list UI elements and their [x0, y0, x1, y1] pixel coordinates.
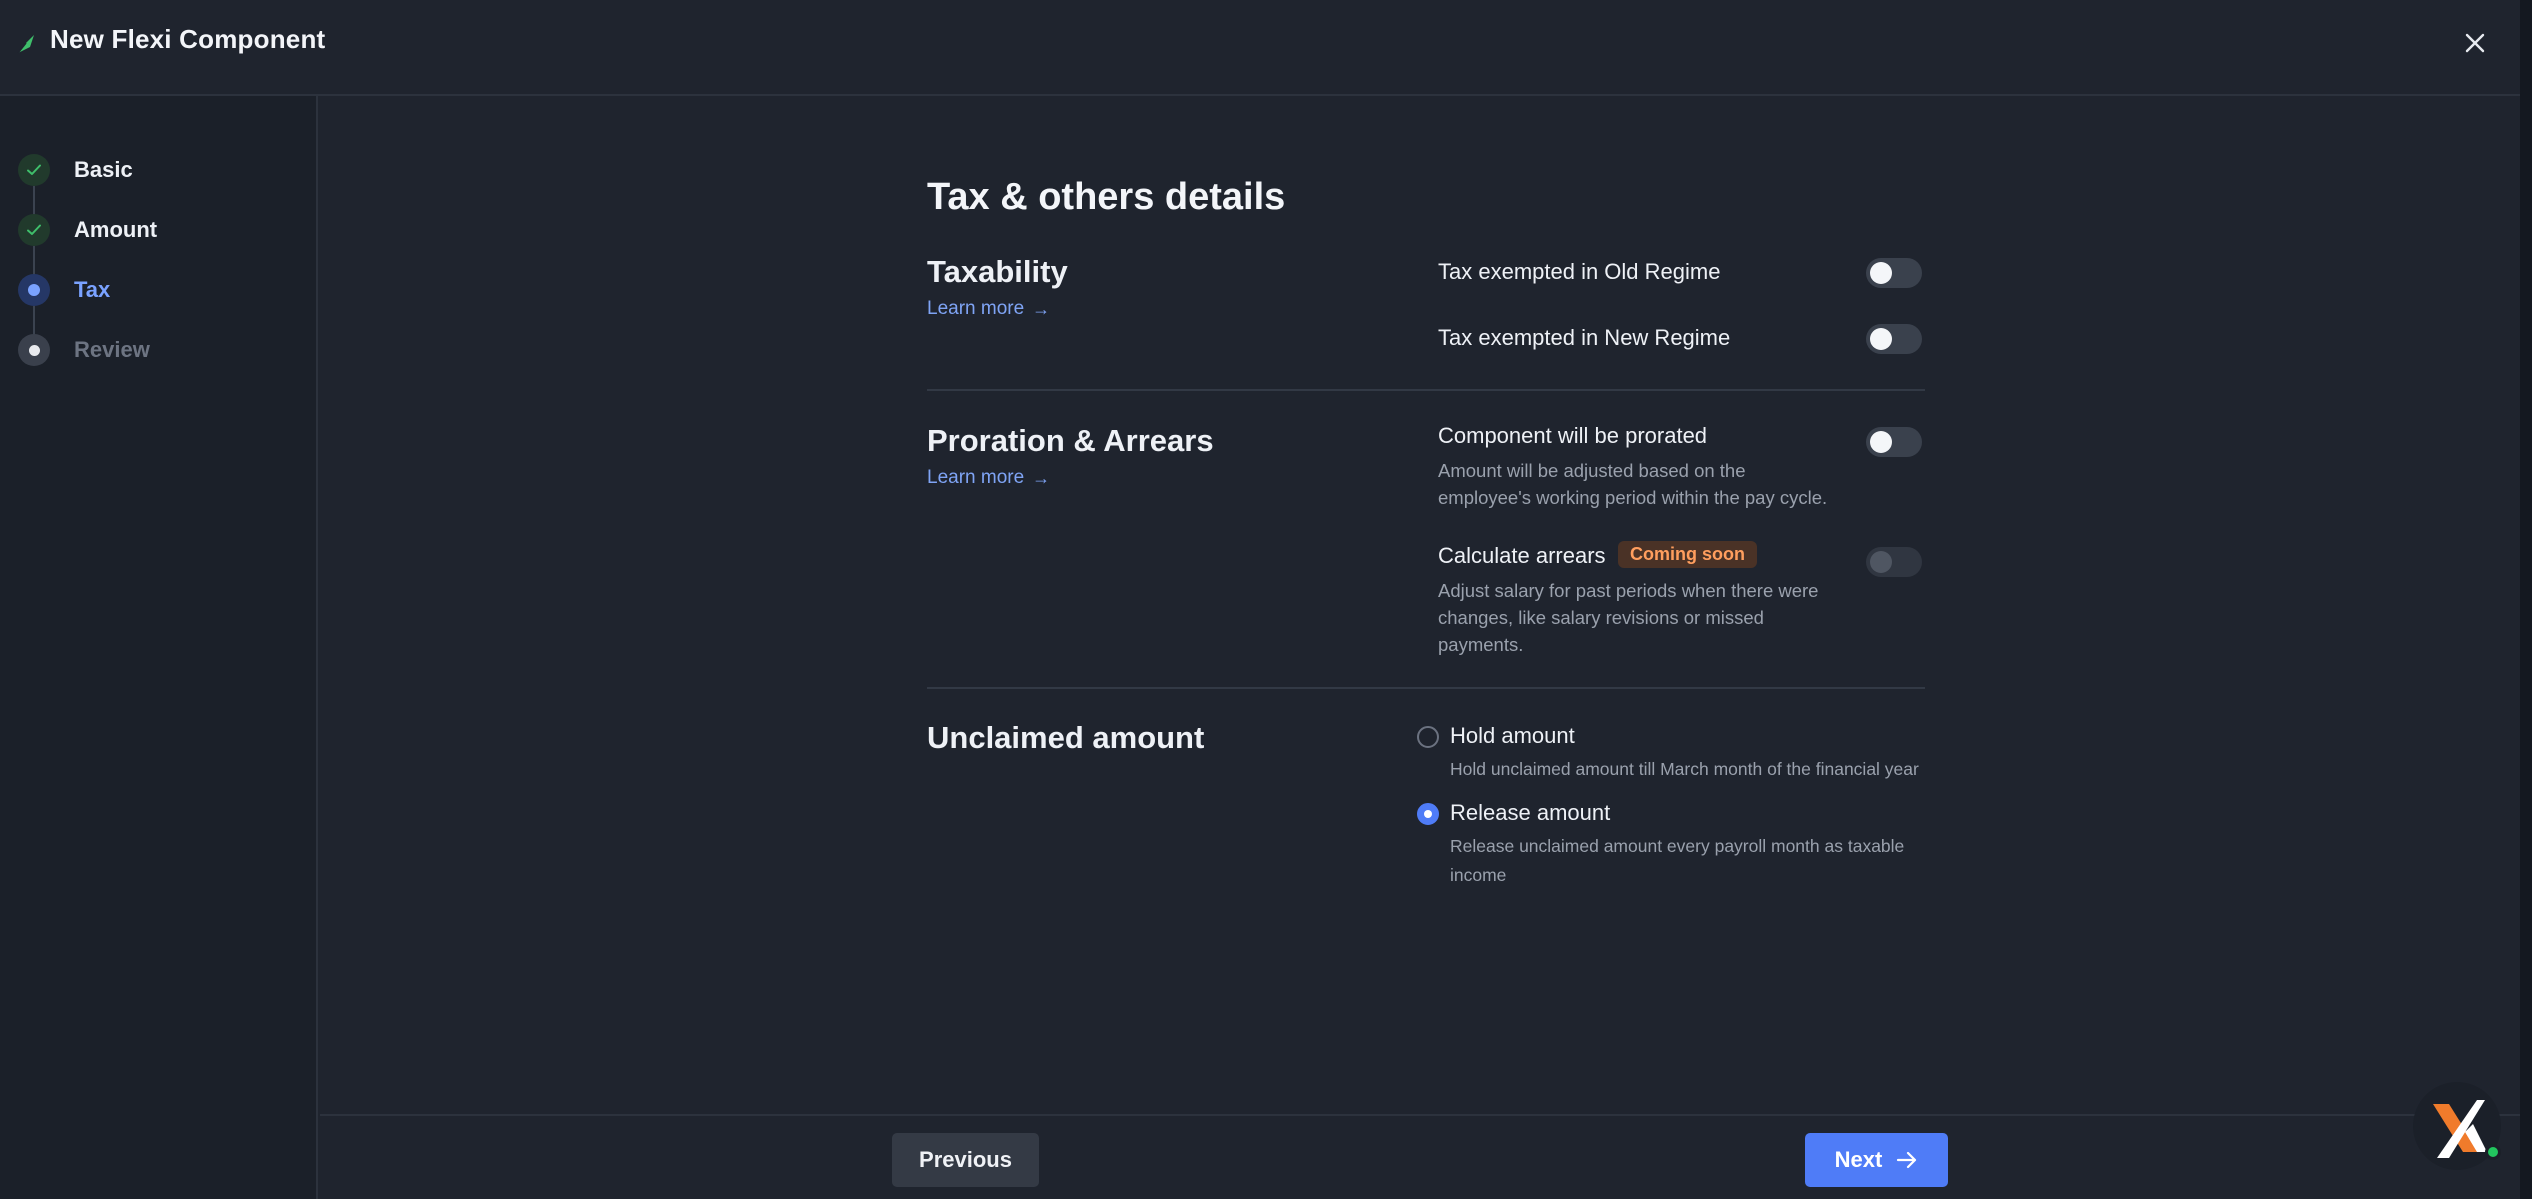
stepper-sidebar	[0, 96, 318, 1199]
release-amount-radio[interactable]	[1417, 803, 1439, 825]
check-icon	[18, 214, 50, 246]
arrow-right-icon: →	[1032, 298, 1051, 319]
toggle-knob	[1870, 262, 1892, 284]
option-label: Tax exempted in Old Regime	[1438, 259, 1721, 284]
prorated-label: Component will be prorated	[1438, 423, 1708, 448]
learn-more-link[interactable]: Learn more →	[927, 298, 1050, 320]
old-regime-toggle[interactable]	[1866, 258, 1922, 288]
page-title: Tax & others details	[927, 176, 1286, 218]
description-line: income	[1450, 865, 1507, 885]
toggle-knob	[1870, 328, 1892, 350]
next-button[interactable]: Next	[1805, 1133, 1948, 1187]
learn-more-label: Learn more	[927, 298, 1025, 319]
next-button-label: Next	[1834, 1147, 1883, 1172]
learn-more-label: Learn more	[927, 467, 1025, 488]
close-icon	[2465, 33, 2485, 53]
arrow-right-icon	[1896, 1151, 1918, 1169]
active-step-icon	[18, 274, 50, 306]
release-amount-label[interactable]: Release amount	[1450, 800, 1610, 826]
hold-amount-label[interactable]: Hold amount	[1450, 723, 1575, 749]
step-basic[interactable]: Basic	[18, 153, 133, 187]
section-title-taxability: Taxability	[927, 254, 1068, 289]
online-status-dot	[2485, 1144, 2501, 1160]
leaf-icon	[16, 33, 36, 55]
section-title-unclaimed: Unclaimed amount	[927, 720, 1205, 755]
toggle-knob	[1870, 551, 1892, 573]
step-amount[interactable]: Amount	[18, 213, 157, 247]
step-label: Basic	[74, 157, 133, 182]
step-tax[interactable]: Tax	[18, 273, 110, 307]
release-amount-description: Release unclaimed amount every payroll m…	[1450, 832, 1904, 890]
check-icon	[18, 154, 50, 186]
section-title-proration: Proration & Arrears	[927, 423, 1214, 458]
step-label: Tax	[74, 277, 111, 302]
coming-soon-badge: Coming soon	[1618, 541, 1757, 568]
arrears-label: Calculate arrears	[1438, 543, 1606, 568]
hold-amount-description: Hold unclaimed amount till March month o…	[1450, 759, 1919, 779]
modal-header: New Flexi Component	[0, 0, 2520, 96]
main-content	[320, 96, 2520, 1115]
pending-step-icon	[18, 334, 50, 366]
new-regime-toggle[interactable]	[1866, 324, 1922, 354]
arrow-right-icon: →	[1032, 467, 1051, 488]
arrears-description: Adjust salary for past periods when ther…	[1438, 577, 1818, 658]
arrears-toggle	[1866, 547, 1922, 577]
assistant-widget[interactable]	[2413, 1082, 2501, 1170]
modal-title: New Flexi Component	[50, 24, 326, 54]
previous-button[interactable]: Previous	[892, 1133, 1039, 1187]
prorated-description: Amount will be adjusted based on the emp…	[1438, 457, 1827, 511]
section-divider	[927, 389, 1925, 391]
description-line: payments.	[1438, 634, 1524, 655]
section-divider	[927, 687, 1925, 689]
modal-footer	[320, 1114, 2520, 1199]
prorated-toggle[interactable]	[1866, 427, 1922, 457]
description-line: Adjust salary for past periods when ther…	[1438, 580, 1819, 601]
description-line: employee's working period within the pay…	[1438, 487, 1828, 508]
toggle-knob	[1870, 431, 1892, 453]
description-line: Release unclaimed amount every payroll m…	[1450, 836, 1905, 856]
close-button[interactable]	[2458, 26, 2492, 60]
step-label: Review	[74, 337, 150, 362]
learn-more-link[interactable]: Learn more →	[927, 467, 1050, 489]
hold-amount-radio[interactable]	[1417, 726, 1439, 748]
window-edge	[2520, 0, 2532, 1199]
description-line: changes, like salary revisions or missed	[1438, 607, 1764, 628]
step-review[interactable]: Review	[18, 333, 150, 367]
option-label: Tax exempted in New Regime	[1438, 325, 1731, 350]
step-label: Amount	[74, 217, 158, 242]
description-line: Amount will be adjusted based on the	[1438, 460, 1746, 481]
